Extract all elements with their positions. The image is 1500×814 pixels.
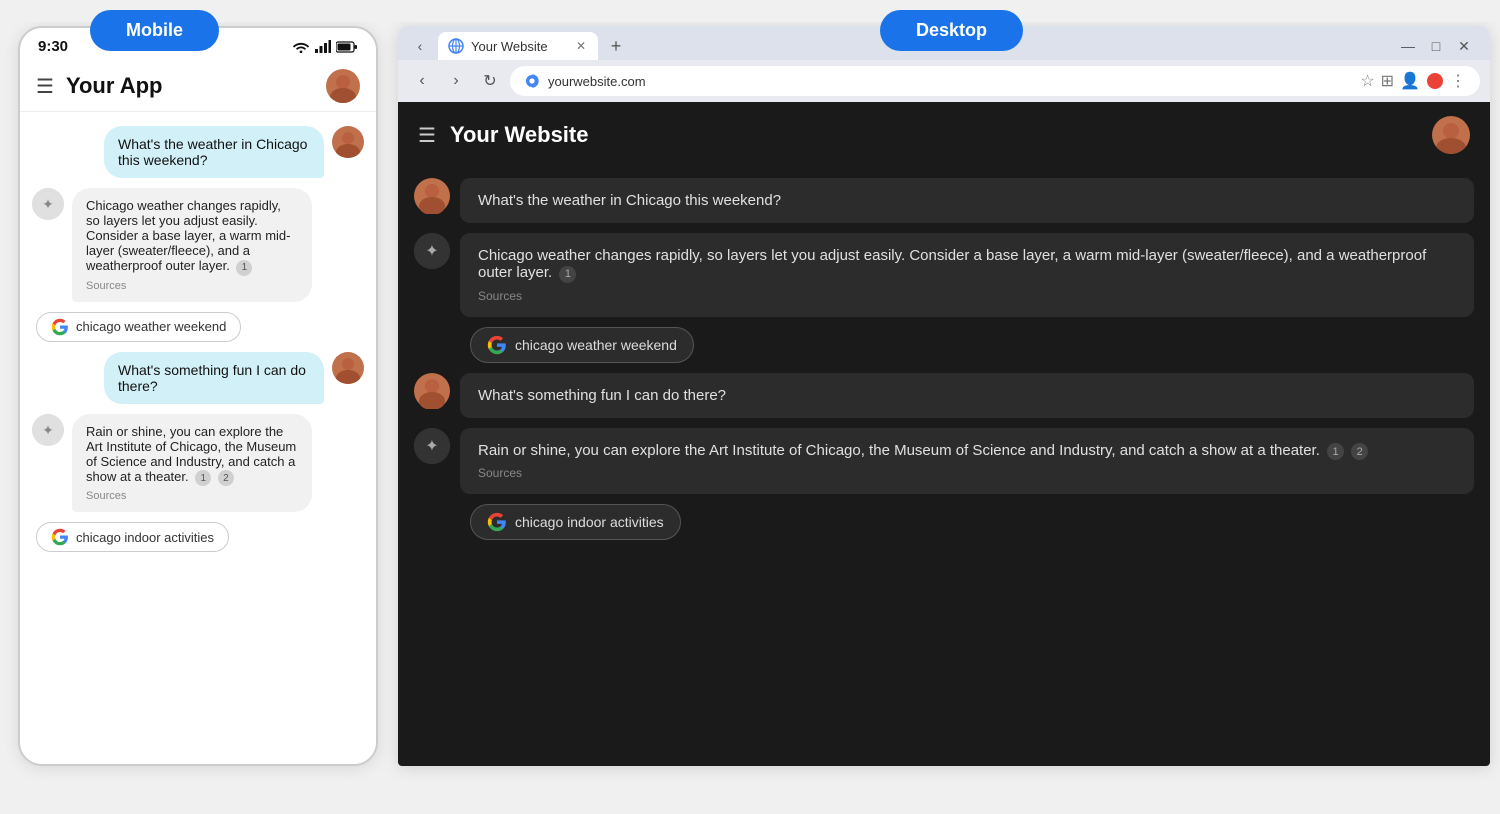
mobile-ai-msg-2: ✦ Rain or shine, you can explore the Art… — [32, 414, 364, 513]
desktop-ai-msg-2: ✦ Rain or shine, you can explore the Art… — [414, 428, 1474, 495]
mobile-mockup: 9:30 — [18, 26, 378, 766]
desktop-footnote-2a: 1 — [1327, 443, 1344, 460]
mobile-search-pill-2[interactable]: chicago indoor activities — [36, 522, 229, 552]
wifi-icon — [292, 40, 310, 53]
hamburger-icon[interactable]: ☰ — [36, 74, 54, 99]
mobile-user-bubble-1: What's the weather in Chicago this weeke… — [104, 126, 324, 178]
window-controls: — □ ✕ — [1398, 36, 1482, 56]
mobile-user-msg-1: What's the weather in Chicago this weeke… — [32, 126, 364, 178]
browser-tab-title: Your Website — [471, 39, 548, 54]
mobile-sources-2: Sources — [86, 490, 298, 502]
mobile-ai-avatar-2: ✦ — [32, 414, 64, 446]
desktop-user-msg-2: What's something fun I can do there? — [414, 373, 1474, 418]
mobile-search-query-2: chicago indoor activities — [76, 530, 214, 545]
svg-text:✦: ✦ — [425, 438, 438, 455]
desktop-sources-1: Sources — [478, 289, 1456, 303]
address-bar-icons: ☆ ⊞ 👤 ⋮ — [1360, 71, 1466, 91]
footnote-2a: 1 — [195, 470, 211, 486]
desktop-ai-avatar-1: ✦ — [414, 233, 450, 269]
extension-icon[interactable]: ⊞ — [1381, 71, 1394, 91]
close-button[interactable]: ✕ — [1454, 36, 1474, 56]
desktop-user-msg-1: What's the weather in Chicago this weeke… — [414, 178, 1474, 223]
browser-content: ☰ Your Website What's the weather in Chi… — [398, 102, 1490, 766]
svg-text:✦: ✦ — [42, 196, 54, 212]
phone-nav-bar: ☰ Your App — [20, 61, 376, 112]
phone-time: 9:30 — [38, 38, 68, 55]
desktop-search-pill-1[interactable]: chicago weather weekend — [470, 327, 694, 363]
browser-back-tabs-btn[interactable]: ‹ — [406, 32, 434, 60]
desktop-chat: What's the weather in Chicago this weeke… — [398, 168, 1490, 550]
phone-status-icons — [292, 40, 358, 53]
mobile-search-pill-1[interactable]: chicago weather weekend — [36, 312, 241, 342]
phone-user-avatar[interactable] — [326, 69, 360, 103]
desktop-ai-bubble-2: Rain or shine, you can explore the Art I… — [460, 428, 1474, 495]
desktop-ai-bubble-1: Chicago weather changes rapidly, so laye… — [460, 233, 1474, 317]
footnote-2b: 2 — [218, 470, 234, 486]
mobile-search-query-1: chicago weather weekend — [76, 319, 226, 334]
mobile-ai-avatar-1: ✦ — [32, 188, 64, 220]
website-title: Your Website — [450, 122, 589, 148]
signal-icon — [315, 40, 331, 53]
desktop-sources-2: Sources — [478, 466, 1456, 480]
phone-chat: What's the weather in Chicago this weeke… — [20, 112, 376, 764]
back-button[interactable]: ‹ — [408, 67, 436, 95]
desktop-button[interactable]: Desktop — [880, 10, 1023, 51]
top-bar: Mobile Desktop — [0, 0, 1500, 22]
tab-close-button[interactable]: ✕ — [576, 39, 586, 53]
desktop-user-avatar-2 — [414, 373, 450, 409]
svg-text:✦: ✦ — [42, 422, 54, 438]
tab-favicon — [448, 38, 464, 54]
desktop-footnote-1: 1 — [559, 266, 576, 283]
maximize-button[interactable]: □ — [1426, 36, 1446, 56]
google-g-icon-2 — [51, 528, 69, 546]
account-icon[interactable]: 👤 — [1400, 71, 1420, 91]
chrome-menu-icon[interactable] — [1426, 72, 1444, 90]
website-header: ☰ Your Website — [398, 102, 1490, 168]
desktop-ai-msg-1: ✦ Chicago weather changes rapidly, so la… — [414, 233, 1474, 317]
svg-text:✦: ✦ — [425, 243, 438, 260]
google-g-icon-1 — [51, 318, 69, 336]
footnote-1: 1 — [236, 260, 252, 276]
mobile-ai-msg-1: ✦ Chicago weather changes rapidly, so la… — [32, 188, 364, 302]
mobile-ai-bubble-1: Chicago weather changes rapidly, so laye… — [72, 188, 312, 302]
website-user-avatar[interactable] — [1432, 116, 1470, 154]
forward-button[interactable]: › — [442, 67, 470, 95]
mobile-user-avatar-1 — [332, 126, 364, 158]
desktop-browser-mockup: ‹ Your Website ✕ + — — [398, 26, 1490, 766]
desktop-google-g-icon-1 — [487, 335, 507, 355]
browser-tab[interactable]: Your Website ✕ — [438, 32, 598, 60]
mobile-ai-bubble-2: Rain or shine, you can explore the Art I… — [72, 414, 312, 513]
desktop-footnote-2b: 2 — [1351, 443, 1368, 460]
desktop-search-pill-2[interactable]: chicago indoor activities — [470, 504, 681, 540]
desktop-search-query-2: chicago indoor activities — [515, 514, 664, 530]
minimize-button[interactable]: — — [1398, 36, 1418, 56]
mobile-user-avatar-2 — [332, 352, 364, 384]
desktop-search-query-1: chicago weather weekend — [515, 337, 677, 353]
bookmark-icon[interactable]: ☆ — [1360, 71, 1374, 91]
mobile-user-bubble-2: What's something fun I can do there? — [104, 352, 324, 404]
refresh-button[interactable]: ↻ — [476, 67, 504, 95]
more-menu-icon[interactable]: ⋮ — [1450, 71, 1466, 91]
desktop-user-bubble-1: What's the weather in Chicago this weeke… — [460, 178, 1474, 223]
desktop-user-bubble-2: What's something fun I can do there? — [460, 373, 1474, 418]
mobile-user-msg-2: What's something fun I can do there? — [32, 352, 364, 404]
mobile-sources-1: Sources — [86, 280, 298, 292]
address-bar-url: yourwebsite.com — [548, 74, 646, 89]
address-bar[interactable]: yourwebsite.com ☆ ⊞ 👤 ⋮ — [510, 66, 1480, 96]
browser-navbar: ‹ › ↻ yourwebsite.com ☆ ⊞ 👤 — [398, 60, 1490, 102]
desktop-ai-avatar-2: ✦ — [414, 428, 450, 464]
mobile-button[interactable]: Mobile — [90, 10, 219, 51]
battery-icon — [336, 41, 358, 53]
chrome-favicon-address — [524, 73, 540, 89]
new-tab-button[interactable]: + — [602, 32, 630, 60]
main-content: 9:30 — [0, 22, 1500, 814]
phone-app-title: Your App — [66, 73, 314, 99]
website-hamburger-icon[interactable]: ☰ — [418, 123, 436, 148]
desktop-user-avatar-1 — [414, 178, 450, 214]
desktop-google-g-icon-2 — [487, 512, 507, 532]
